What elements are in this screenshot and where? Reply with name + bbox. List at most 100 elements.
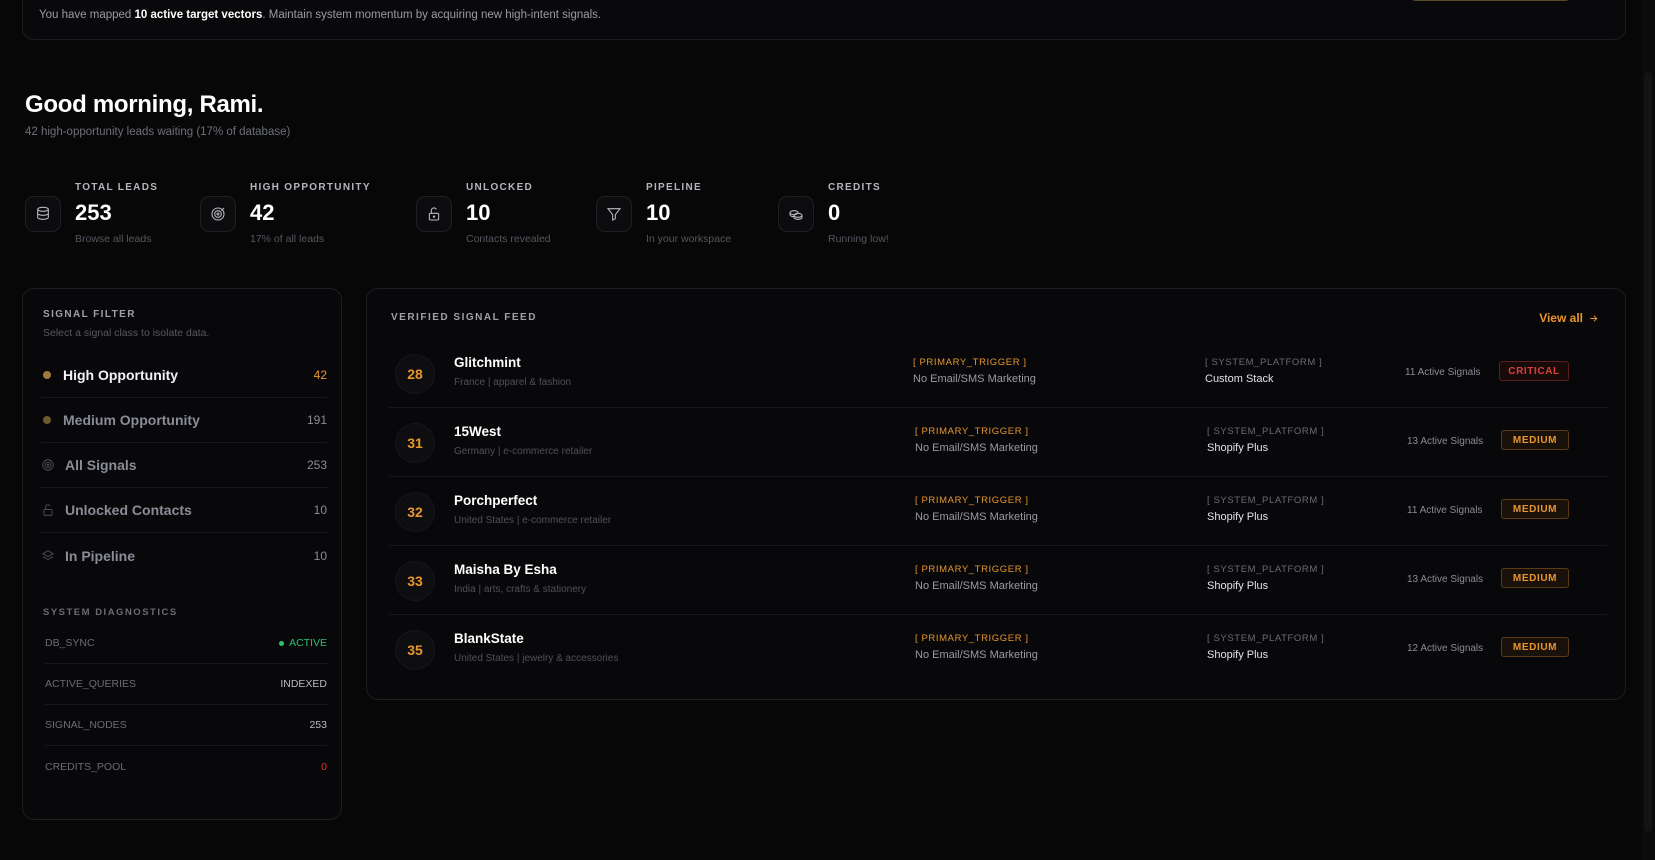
stat-label: UNLOCKED: [466, 182, 534, 193]
dashboard-page: You have mapped 10 active target vectors…: [0, 0, 1655, 860]
filter-label: Unlocked Contacts: [65, 502, 192, 518]
status-dot: [43, 371, 51, 379]
trigger-label: [ PRIMARY_TRIGGER ]: [915, 633, 1029, 644]
platform-value: Shopify Plus: [1207, 580, 1269, 592]
stat-value: 253: [75, 200, 112, 225]
diagnostics-title: SYSTEM DIAGNOSTICS: [43, 607, 178, 618]
active-signals: 13 Active Signals: [1407, 436, 1484, 447]
active-signals: 11 Active Signals: [1405, 367, 1481, 378]
filter-count: 42: [313, 368, 327, 382]
company-meta: India | arts, crafts & stationery: [454, 584, 587, 595]
priority-badge: MEDIUM: [1501, 499, 1569, 519]
company-name[interactable]: BlankState: [454, 631, 524, 646]
stat-sub: Contacts revealed: [466, 233, 551, 245]
stat-value: 10: [466, 200, 491, 225]
stat-value: 42: [250, 200, 275, 225]
company-name[interactable]: Glitchmint: [454, 355, 521, 370]
panel-title: VERIFIED SIGNAL FEED: [391, 312, 537, 323]
filter-label: Medium Opportunity: [63, 412, 200, 428]
platform-value: Shopify Plus: [1207, 649, 1269, 661]
score-badge: 32: [395, 492, 435, 532]
diagnostic-row: CREDITS_POOL 0: [45, 746, 327, 787]
feed-row[interactable]: 31 15West Germany | e-commerce retailer …: [389, 408, 1607, 477]
priority-badge: MEDIUM: [1501, 637, 1569, 657]
arrow-right-icon: [1590, 314, 1598, 322]
status-dot: [279, 640, 285, 646]
coins-icon: [778, 196, 814, 232]
stat-credits[interactable]: CREDITS 0 Running low!: [778, 182, 918, 252]
target-icon: [41, 458, 55, 472]
trigger-value: No Email/SMS Marketing: [915, 511, 1038, 523]
stat-value: 10: [646, 200, 671, 225]
feed-row[interactable]: 33 Maisha By Esha India | arts, crafts &…: [389, 546, 1607, 615]
diagnostic-key: SIGNAL_NODES: [45, 719, 127, 731]
feed-row[interactable]: 35 BlankState United States | jewelry & …: [389, 615, 1607, 684]
company-meta: United States | e-commerce retailer: [454, 515, 612, 526]
platform-value: Shopify Plus: [1207, 511, 1269, 523]
diagnostic-value: 0: [321, 760, 327, 773]
score-badge: 28: [395, 354, 435, 394]
platform-label: [ SYSTEM_PLATFORM ]: [1207, 426, 1325, 437]
diagnostic-key: CREDITS_POOL: [45, 760, 127, 773]
stat-sub: Browse all leads: [75, 233, 152, 245]
feed-row[interactable]: 28 Glitchmint France | apparel & fashion…: [389, 339, 1607, 408]
diagnostic-value: 253: [309, 719, 327, 731]
scrollbar[interactable]: [1641, 0, 1655, 860]
filter-item-medium-opportunity[interactable]: Medium Opportunity 191: [41, 398, 327, 443]
banner-action-button[interactable]: [1408, 0, 1573, 1]
panel-title: SIGNAL FILTER: [43, 309, 136, 320]
filter-item-in-pipeline[interactable]: In Pipeline 10: [41, 533, 327, 578]
platform-label: [ SYSTEM_PLATFORM ]: [1207, 564, 1325, 575]
feed-row[interactable]: 32 Porchperfect United States | e-commer…: [389, 477, 1607, 546]
stat-sub: In your workspace: [646, 233, 732, 245]
signal-feed-panel: VERIFIED SIGNAL FEED View all 28 Glitchm…: [366, 288, 1626, 700]
stat-pipeline[interactable]: PIPELINE 10 In your workspace: [596, 182, 766, 252]
company-name[interactable]: 15West: [454, 424, 501, 439]
platform-value: Shopify Plus: [1207, 442, 1269, 454]
trigger-label: [ PRIMARY_TRIGGER ]: [913, 357, 1027, 368]
scrollbar-thumb[interactable]: [1644, 72, 1652, 832]
company-name[interactable]: Maisha By Esha: [454, 562, 557, 577]
filter-label: High Opportunity: [63, 367, 179, 383]
diagnostic-value: ACTIVE: [279, 637, 327, 649]
trigger-value: No Email/SMS Marketing: [913, 373, 1036, 385]
filter-item-all-signals[interactable]: All Signals 253: [41, 443, 327, 488]
filter-item-high-opportunity[interactable]: High Opportunity 42: [41, 353, 327, 398]
platform-value: Custom Stack: [1205, 373, 1274, 385]
filter-icon: [596, 196, 632, 232]
score-badge: 33: [395, 561, 435, 601]
stat-high-opportunity[interactable]: HIGH OPPORTUNITY 42 17% of all leads: [200, 182, 390, 252]
score-badge: 35: [395, 630, 435, 670]
trigger-label: [ PRIMARY_TRIGGER ]: [915, 426, 1029, 437]
diagnostic-row: DB_SYNC ACTIVE: [45, 623, 327, 664]
score-badge: 31: [395, 423, 435, 463]
stat-total-leads[interactable]: TOTAL LEADS 253 Browse all leads: [25, 182, 175, 252]
stat-value: 0: [828, 200, 841, 225]
filter-label: All Signals: [65, 457, 137, 473]
database-icon: [25, 196, 61, 232]
company-name[interactable]: Porchperfect: [454, 493, 537, 508]
filter-item-unlocked-contacts[interactable]: Unlocked Contacts 10: [41, 488, 327, 533]
diagnostics-list: DB_SYNC ACTIVE ACTIVE_QUERIES INDEXED SI…: [45, 623, 327, 787]
diagnostic-value: INDEXED: [280, 678, 327, 690]
priority-badge: CRITICAL: [1499, 361, 1569, 381]
priority-badge: MEDIUM: [1501, 568, 1569, 588]
signal-filter-panel: SIGNAL FILTER Select a signal class to i…: [22, 288, 342, 820]
filter-label: In Pipeline: [65, 547, 136, 564]
filter-count: 253: [306, 458, 327, 472]
panel-subtitle: Select a signal class to isolate data.: [43, 327, 210, 339]
unlock-icon: [41, 503, 55, 517]
filter-list: High Opportunity 42 Medium Opportunity 1…: [41, 353, 327, 578]
status-banner: You have mapped 10 active target vectors…: [22, 0, 1626, 40]
layers-icon: [41, 549, 55, 563]
banner-text: You have mapped 10 active target vectors…: [39, 9, 602, 21]
platform-label: [ SYSTEM_PLATFORM ]: [1207, 495, 1325, 506]
trigger-label: [ PRIMARY_TRIGGER ]: [915, 564, 1029, 575]
view-all-link[interactable]: View all: [1539, 311, 1599, 325]
diagnostic-row: ACTIVE_QUERIES INDEXED: [45, 664, 327, 705]
filter-count: 10: [313, 503, 327, 517]
stat-label: HIGH OPPORTUNITY: [250, 182, 371, 193]
stat-unlocked[interactable]: UNLOCKED 10 Contacts revealed: [416, 182, 576, 252]
active-signals: 12 Active Signals: [1407, 643, 1484, 654]
company-meta: Germany | e-commerce retailer: [454, 446, 593, 457]
